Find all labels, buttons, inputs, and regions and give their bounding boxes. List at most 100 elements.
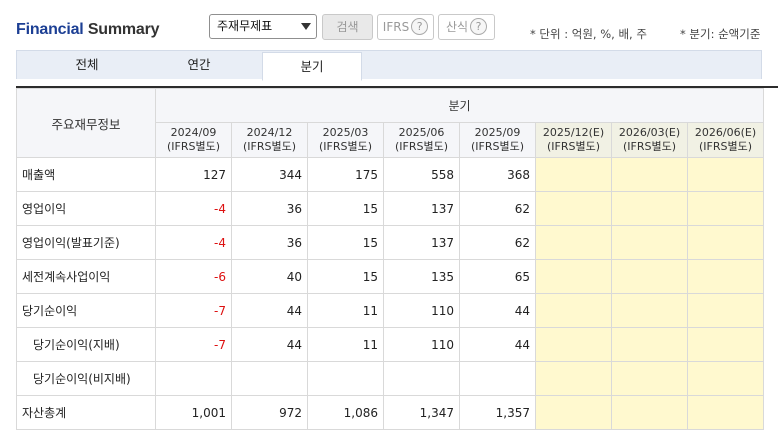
table-cell: 65	[459, 259, 536, 294]
table-row: 당기순이익(비지배)	[16, 361, 764, 396]
table-cell: -6	[155, 259, 232, 294]
column-header: 2025/09 (IFRS별도)	[459, 122, 536, 158]
title-financial: Financial	[16, 21, 84, 38]
table-cell: 135	[383, 259, 460, 294]
table-cell	[535, 259, 612, 294]
column-basis: (IFRS별도)	[166, 140, 221, 153]
table-cell	[687, 191, 764, 226]
table-cell: 62	[459, 191, 536, 226]
question-icon: ?	[470, 18, 488, 35]
table-cell: 558	[383, 157, 460, 192]
table-cell: 15	[307, 225, 384, 260]
table-row: 매출액 127 344 175 558 368	[16, 157, 764, 192]
row-label: 자산총계	[16, 395, 156, 430]
column-header: 2024/12 (IFRS별도)	[231, 122, 308, 158]
row-label: 당기순이익(비지배)	[16, 361, 156, 396]
table-cell: 1,001	[155, 395, 232, 430]
table-cell: -4	[155, 225, 232, 260]
table-cell	[231, 361, 308, 396]
financial-summary-title: Financial Summary	[16, 21, 160, 39]
table-row: 영업이익 -4 36 15 137 62	[16, 191, 764, 226]
column-basis: (IFRS별도)	[318, 140, 373, 153]
row-header-label: 주요재무정보	[16, 88, 156, 158]
tab-all[interactable]: 전체	[37, 50, 137, 79]
tab-quarterly[interactable]: 분기	[262, 52, 362, 81]
column-header: 2025/03 (IFRS별도)	[307, 122, 384, 158]
row-label: 영업이익(발표기준)	[16, 225, 156, 260]
table-row: 영업이익(발표기준) -4 36 15 137 62	[16, 225, 764, 260]
table-cell: 110	[383, 327, 460, 362]
column-header: 2026/03(E) (IFRS별도)	[611, 122, 688, 158]
table-cell: 15	[307, 259, 384, 294]
column-header: 2025/06 (IFRS별도)	[383, 122, 460, 158]
chevron-down-icon	[301, 23, 311, 30]
table-cell	[687, 395, 764, 430]
table-cell	[535, 361, 612, 396]
table-cell	[687, 293, 764, 328]
table-cell: 344	[231, 157, 308, 192]
formula-help-button[interactable]: 산식?	[438, 14, 495, 40]
tab-annual[interactable]: 연간	[149, 50, 249, 79]
quarter-basis-note: * 분기: 순액기준	[680, 27, 761, 41]
table-cell	[307, 361, 384, 396]
table-cell: -7	[155, 293, 232, 328]
table-cell: -7	[155, 327, 232, 362]
table-cell: 110	[383, 293, 460, 328]
table-row: 자산총계 1,001 972 1,086 1,347 1,357	[16, 395, 764, 430]
table-row: 당기순이익(지배) -7 44 11 110 44	[16, 327, 764, 362]
table-cell	[611, 157, 688, 192]
table-cell: 368	[459, 157, 536, 192]
table-cell: 1,347	[383, 395, 460, 430]
financial-summary-table: 주요재무정보 분기 2024/09 (IFRS별도) 2024/12 (IFRS별도)…	[16, 88, 764, 430]
table-cell	[611, 191, 688, 226]
row-label: 당기순이익	[16, 293, 156, 328]
table-cell	[687, 361, 764, 396]
table-cell	[459, 361, 536, 396]
table-cell: 137	[383, 191, 460, 226]
column-period: 2026/06(E)	[694, 126, 757, 139]
table-cell	[535, 327, 612, 362]
row-label: 당기순이익(지배)	[16, 327, 156, 362]
column-basis: (IFRS별도)	[546, 140, 601, 153]
table-cell: 15	[307, 191, 384, 226]
table-cell: 44	[459, 327, 536, 362]
search-button[interactable]: 검색	[322, 14, 373, 40]
row-label: 매출액	[16, 157, 156, 192]
question-icon: ?	[411, 18, 429, 35]
table-cell	[687, 327, 764, 362]
column-period: 2025/03	[322, 126, 369, 139]
table-row: 당기순이익 -7 44 11 110 44	[16, 293, 764, 328]
table-cell	[687, 157, 764, 192]
statement-type-select[interactable]: 주재무제표	[209, 14, 317, 39]
table-cell: -4	[155, 191, 232, 226]
table-cell	[611, 259, 688, 294]
ifrs-help-button[interactable]: IFRS?	[377, 14, 434, 40]
table-cell: 62	[459, 225, 536, 260]
table-cell: 44	[231, 327, 308, 362]
table-cell: 36	[231, 191, 308, 226]
table-cell	[535, 191, 612, 226]
table-cell: 11	[307, 293, 384, 328]
column-period: 2025/09	[474, 126, 521, 139]
table-cell	[611, 293, 688, 328]
table-cell: 40	[231, 259, 308, 294]
table-cell	[687, 259, 764, 294]
table-cell	[611, 361, 688, 396]
table-cell	[611, 327, 688, 362]
table-cell: 137	[383, 225, 460, 260]
column-basis: (IFRS별도)	[394, 140, 449, 153]
column-period: 2025/06	[398, 126, 445, 139]
table-cell: 44	[231, 293, 308, 328]
row-label: 세전계속사업이익	[16, 259, 156, 294]
table-cell	[611, 395, 688, 430]
table-row: 세전계속사업이익 -6 40 15 135 65	[16, 259, 764, 294]
table-cell	[535, 293, 612, 328]
table-cell	[687, 225, 764, 260]
table-cell	[383, 361, 460, 396]
table-cell: 44	[459, 293, 536, 328]
table-cell: 1,357	[459, 395, 536, 430]
row-label: 영업이익	[16, 191, 156, 226]
table-cell	[535, 157, 612, 192]
column-header: 2025/12(E) (IFRS별도)	[535, 122, 612, 158]
column-header: 2024/09 (IFRS별도)	[155, 122, 232, 158]
